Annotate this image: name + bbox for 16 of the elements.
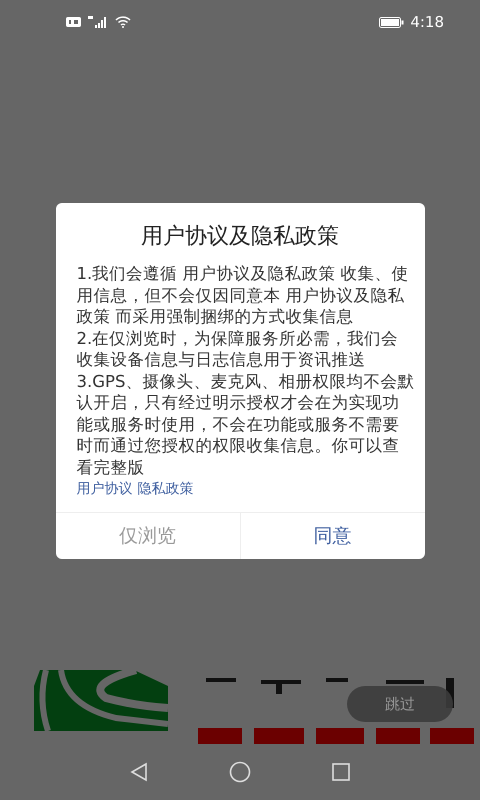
- home-icon[interactable]: [229, 761, 251, 783]
- policy-link[interactable]: 用户协议: [76, 480, 132, 498]
- dialog-title: 用户协议及隐私政策: [140, 223, 340, 251]
- policy-link[interactable]: 隐私政策: [138, 480, 194, 498]
- skip-button[interactable]: 跳过: [347, 686, 453, 722]
- hd-icon: [66, 17, 81, 27]
- back-icon[interactable]: [129, 762, 149, 782]
- signal-icon: [87, 16, 109, 28]
- policy-paragraph: 3.GPS、摄像头、麦克风、相册权限均不会默认开启，只有经过明示授权才会在为实现功能或服务时使用，不会在功能或服务不需要时而通过您授权的权限收集信息。你可以查看完整版: [76, 370, 414, 478]
- policy-paragraph: 1.我们会遵循 用户协议及隐私政策 收集、使用信息，但不会仅因同意本 用户协议及隐私政策 而采用强制捆绑的方式收集信息: [76, 263, 410, 328]
- agree-button[interactable]: 同意: [240, 513, 424, 559]
- status-time: 4:18: [410, 13, 444, 31]
- policy-paragraph: 2.在仅浏览时，为保障服务所必需，我们会收集设备信息与日志信息用于资讯推送: [76, 328, 400, 370]
- recents-icon[interactable]: [331, 762, 351, 782]
- wifi-icon: [115, 16, 131, 28]
- battery-icon: [379, 16, 404, 28]
